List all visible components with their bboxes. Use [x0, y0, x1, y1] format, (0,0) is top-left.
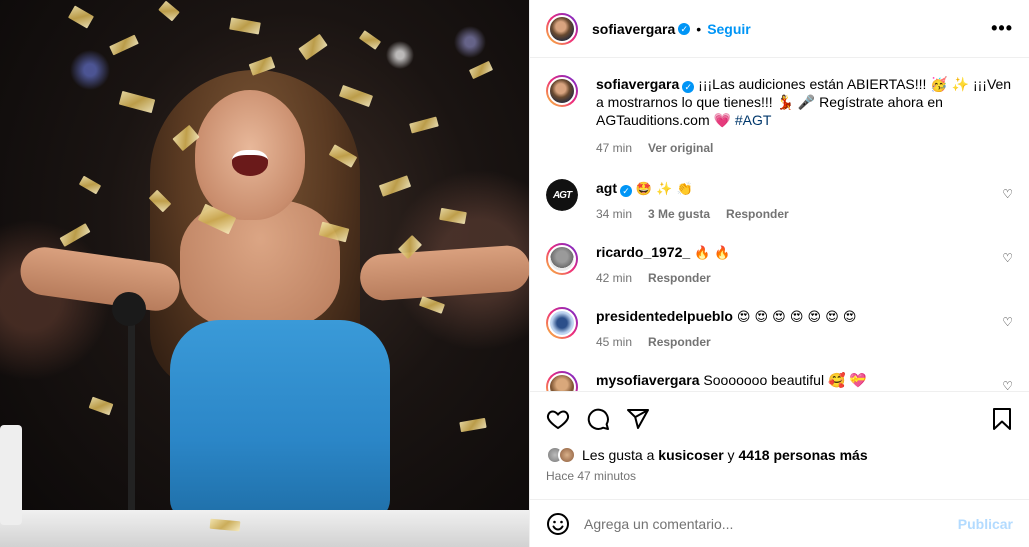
post-image[interactable]	[0, 0, 529, 547]
author-username[interactable]: sofiavergara	[592, 21, 675, 37]
photo-mouth	[232, 150, 268, 176]
author-avatar[interactable]	[546, 12, 578, 45]
liker-username[interactable]: kusicoser	[658, 447, 723, 463]
comment-text: 🔥 🔥	[694, 246, 731, 261]
commenter-avatar[interactable]	[546, 371, 578, 391]
comment-time: 34 min	[596, 207, 633, 221]
comment-text: 😍 😍 😍 😍 😍 😍 😍	[736, 310, 857, 325]
comment-item: mysofiavergara Sooooooo beautiful 🥰 💝 ♡	[546, 371, 1013, 391]
more-options-icon[interactable]: •••	[991, 18, 1013, 39]
commenter-avatar[interactable]	[546, 243, 578, 275]
photo-cup	[0, 425, 22, 525]
see-original-button[interactable]: Ver original	[648, 139, 713, 157]
post-header: sofiavergara ✓ • Seguir •••	[530, 0, 1029, 58]
publish-button[interactable]: Publicar	[958, 516, 1013, 532]
likes-prefix: Les gusta a	[582, 447, 655, 463]
comment-time: 42 min	[596, 271, 633, 285]
heart-icon[interactable]	[546, 407, 570, 431]
photo-judges-desk	[0, 510, 529, 547]
comment-time: 45 min	[596, 335, 633, 349]
caption-username[interactable]: sofiavergara	[596, 76, 679, 92]
bookmark-icon[interactable]	[991, 407, 1013, 431]
likes-count-link[interactable]: 4418 personas más	[738, 447, 867, 463]
separator-dot: •	[696, 20, 702, 37]
photo-microphone	[112, 292, 146, 326]
caption-avatar[interactable]	[546, 75, 578, 107]
comment-username[interactable]: ricardo_1972_	[596, 244, 690, 260]
comment-like-heart-icon[interactable]: ♡	[1002, 187, 1013, 201]
share-icon[interactable]	[626, 407, 650, 431]
comment-item: ricardo_1972_ 🔥 🔥 42 min Responder ♡	[546, 243, 1013, 285]
comment-item: AGT agt ✓ 🤩 ✨ 👏 34 min 3 Me gusta Respond…	[546, 179, 1013, 221]
comment-input[interactable]	[584, 515, 958, 532]
verified-badge-icon: ✓	[682, 81, 695, 93]
liker-avatar	[558, 446, 576, 464]
photo-blue-dress	[170, 320, 390, 520]
add-comment-bar: Publicar	[530, 499, 1029, 547]
comment-text: 🤩 ✨ 👏	[635, 182, 693, 197]
caption-time: 47 min	[596, 141, 633, 155]
comment-like-heart-icon[interactable]: ♡	[1002, 315, 1013, 329]
hashtag-link[interactable]: #AGT	[735, 112, 772, 128]
post-side-panel: sofiavergara ✓ • Seguir ••• sofiavergara…	[529, 0, 1029, 547]
post-timestamp: Hace 47 minutos	[546, 469, 637, 483]
reply-button[interactable]: Responder	[726, 207, 789, 221]
comment-username[interactable]: mysofiavergara	[596, 372, 700, 388]
verified-badge-icon: ✓	[678, 22, 691, 35]
likes-connector: y	[727, 447, 735, 463]
follow-button[interactable]: Seguir	[707, 21, 751, 37]
comments-scroll-area[interactable]: sofiavergara ✓ ¡¡¡Las audiciones están AB…	[530, 59, 1029, 391]
comment-icon[interactable]	[586, 407, 610, 431]
comment-item: presidentedelpueblo 😍 😍 😍 😍 😍 😍 😍 45 min…	[546, 307, 1013, 349]
likes-summary: Les gusta a kusicoser y 4418 personas má…	[546, 446, 1013, 464]
reply-button[interactable]: Responder	[648, 335, 711, 349]
comment-like-heart-icon[interactable]: ♡	[1002, 379, 1013, 391]
caption: sofiavergara ✓ ¡¡¡Las audiciones están AB…	[546, 75, 1013, 157]
comment-like-heart-icon[interactable]: ♡	[1002, 251, 1013, 265]
commenter-avatar[interactable]: AGT	[546, 179, 578, 211]
comment-username[interactable]: agt	[596, 180, 617, 196]
commenter-avatar[interactable]	[546, 307, 578, 339]
comment-likes[interactable]: 3 Me gusta	[648, 207, 710, 221]
reply-button[interactable]: Responder	[648, 271, 711, 285]
post-actions: Les gusta a kusicoser y 4418 personas má…	[530, 391, 1029, 483]
comment-username[interactable]: presidentedelpueblo	[596, 308, 733, 324]
verified-badge-icon: ✓	[620, 185, 632, 197]
emoji-icon[interactable]	[546, 512, 570, 536]
caption-meta: 47 min Ver original	[596, 139, 1013, 157]
comment-text: Sooooooo beautiful 🥰 💝	[703, 372, 867, 388]
